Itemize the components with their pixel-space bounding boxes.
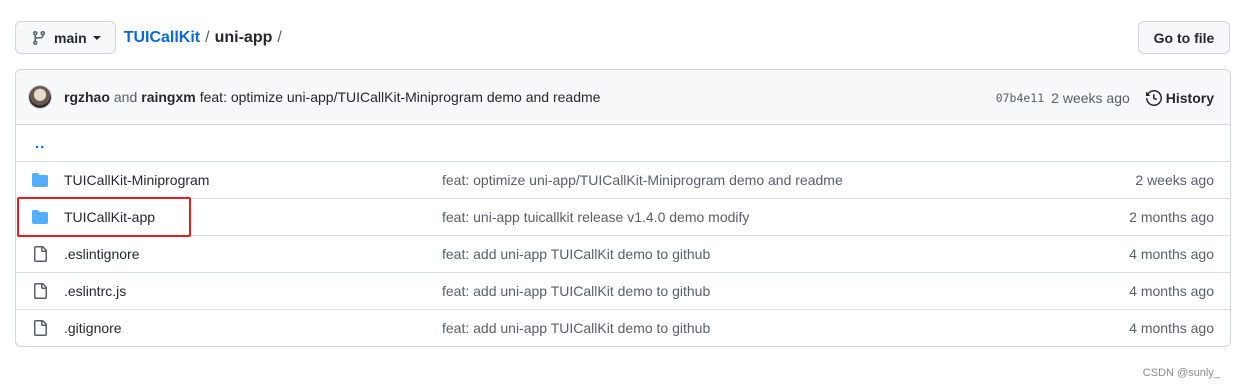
commit-meta: 07b4e11 2 weeks ago History [996,70,1214,125]
commit-date: 2 weeks ago [1051,89,1130,106]
commit-coauthor-link[interactable]: raingxm [141,89,195,105]
breadcrumb-separator: / [205,28,210,46]
file-row: TUICallKit-app feat: uni-app tuicallkit … [16,198,1230,235]
folder-icon [32,210,48,224]
file-name-link[interactable]: TUICallKit-app [64,199,155,236]
parent-directory-link[interactable]: .. [35,135,45,152]
history-label: History [1165,89,1214,106]
git-branch-icon [31,30,47,46]
commit-summary: rgzhao and raingxm feat: optimize uni-app/T… [64,89,600,105]
breadcrumb-current-folder: uni-app [214,28,273,46]
history-button[interactable]: History [1145,89,1214,106]
repo-header: main TUICallKit / uni-app / Go to file [15,21,1234,54]
file-icon [34,320,47,336]
go-to-file-button[interactable]: Go to file [1138,21,1230,54]
file-row: TUICallKit-Miniprogram feat: optimize un… [16,161,1230,198]
file-row: .eslintrc.js feat: add uni-app TUICallKi… [16,272,1230,309]
file-commit-message-link[interactable]: feat: uni-app tuicallkit release v1.4.0 … [442,199,749,236]
file-name-link[interactable]: .eslintrc.js [64,273,126,310]
file-age: 2 months ago [1129,209,1214,225]
file-icon [34,283,47,299]
file-age: 4 months ago [1129,246,1214,262]
file-name-link[interactable]: TUICallKit-Miniprogram [64,162,209,199]
parent-directory-row: .. [16,125,1230,161]
file-commit-message-link[interactable]: feat: optimize uni-app/TUICallKit-Minipr… [442,162,843,199]
file-commit-message-link[interactable]: feat: add uni-app TUICallKit demo to git… [442,236,710,273]
file-age: 4 months ago [1129,283,1214,299]
breadcrumb: TUICallKit / uni-app / [124,29,287,47]
commit-message-link[interactable]: feat: optimize uni-app/TUICallKit-Minipr… [200,89,601,105]
breadcrumb-separator: / [277,28,282,46]
breadcrumb-repo-link[interactable]: TUICallKit [124,29,200,47]
file-age: 4 months ago [1129,320,1214,336]
file-age: 2 weeks ago [1135,172,1214,188]
chevron-down-icon [92,35,101,40]
file-name-link[interactable]: .gitignore [64,310,122,346]
folder-icon [32,173,48,187]
file-browser: rgzhao and raingxm feat: optimize uni-app/T… [15,69,1231,347]
commit-sha-link[interactable]: 07b4e11 [996,91,1044,105]
branch-name: main [54,29,87,46]
latest-commit-bar: rgzhao and raingxm feat: optimize uni-app/T… [16,70,1230,125]
file-commit-message-link[interactable]: feat: add uni-app TUICallKit demo to git… [442,310,710,346]
file-row: .eslintignore feat: add uni-app TUICallK… [16,235,1230,272]
avatar[interactable] [28,85,52,109]
watermark: CSDN @sunly_ [1142,367,1220,379]
file-icon [34,246,47,262]
file-row: .gitignore feat: add uni-app TUICallKit … [16,309,1230,346]
commit-and-text: and [113,89,138,105]
history-icon [1145,89,1162,106]
branch-selector-button[interactable]: main [15,21,116,54]
file-commit-message-link[interactable]: feat: add uni-app TUICallKit demo to git… [442,273,710,310]
file-name-link[interactable]: .eslintignore [64,236,140,273]
commit-author-link[interactable]: rgzhao [64,89,110,105]
